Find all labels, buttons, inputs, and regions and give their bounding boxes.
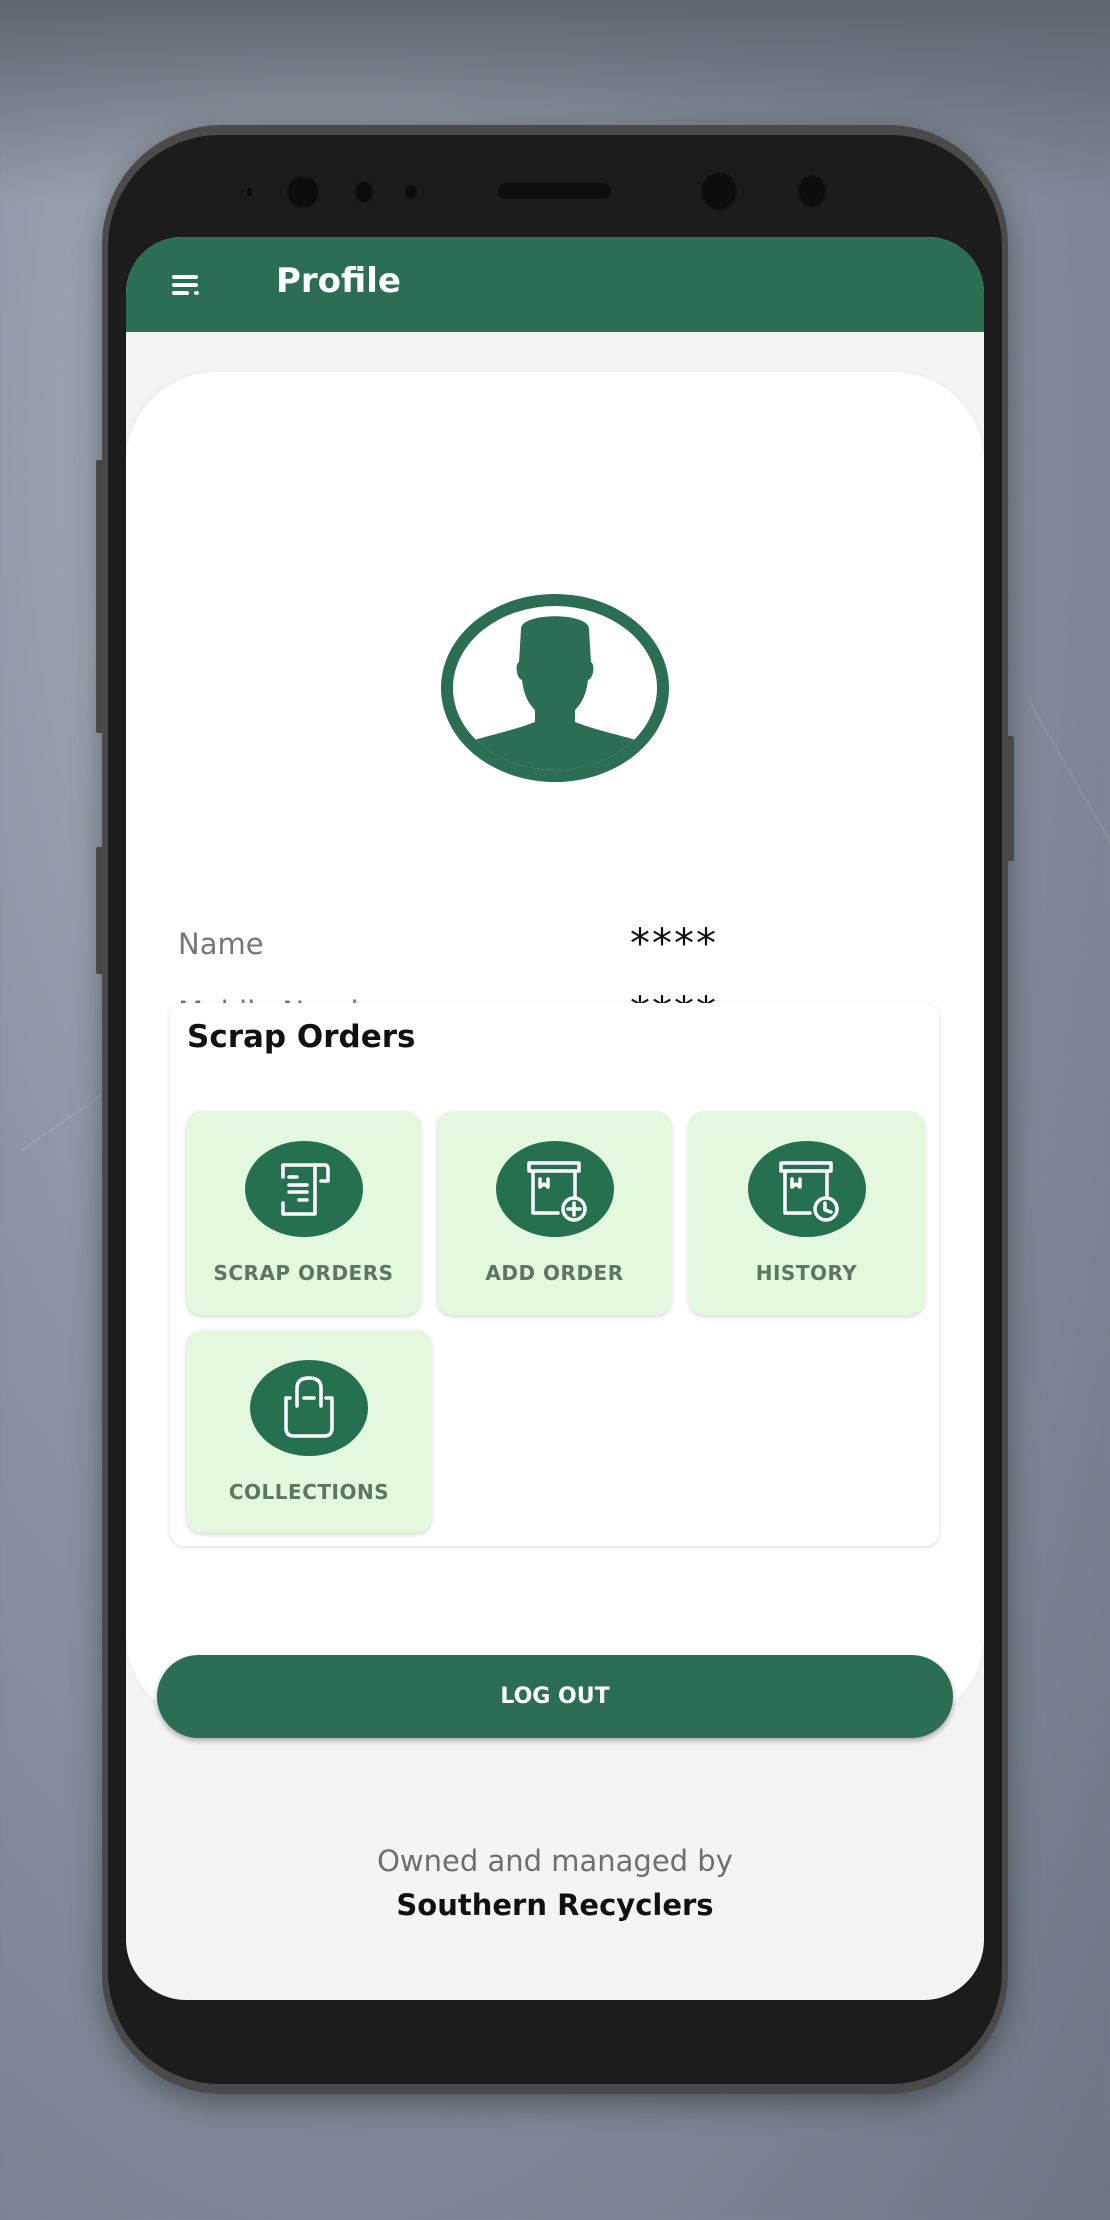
info-row-name: Name **** bbox=[178, 921, 878, 967]
footer-company-name: Southern Recyclers bbox=[396, 1888, 714, 1922]
footer-owned-by: Owned and managed by bbox=[377, 1844, 733, 1878]
tile-label: ADD ORDER bbox=[485, 1261, 624, 1285]
app-header: Profile bbox=[126, 237, 984, 332]
iris-sensor bbox=[797, 174, 827, 208]
tile-label: HISTORY bbox=[755, 1261, 858, 1285]
background-crease bbox=[1027, 700, 1110, 919]
sensor-dot bbox=[245, 186, 253, 198]
name-value: **** bbox=[630, 921, 718, 967]
shopping-bag-icon bbox=[250, 1360, 368, 1456]
tile-add-order[interactable]: ADD ORDER bbox=[437, 1111, 672, 1315]
app-screen: Profile Name **** Mobile Number **** Veh… bbox=[126, 237, 984, 2000]
iris-camera-icon bbox=[700, 171, 738, 211]
menu-sort-icon[interactable] bbox=[172, 275, 200, 295]
tile-history[interactable]: HISTORY bbox=[688, 1111, 925, 1315]
page-title: Profile bbox=[276, 261, 401, 301]
name-label: Name bbox=[178, 927, 264, 961]
tile-label: COLLECTIONS bbox=[228, 1480, 390, 1504]
scrap-orders-title: Scrap Orders bbox=[187, 1019, 416, 1055]
box-add-icon bbox=[495, 1141, 614, 1237]
tile-scrap-orders[interactable]: SCRAP ORDERS bbox=[186, 1111, 421, 1315]
logout-button[interactable]: LOG OUT bbox=[157, 1655, 953, 1738]
scrap-orders-section: Scrap Orders SCRAP ORDERS ADD ORDER HIST… bbox=[170, 1003, 939, 1546]
box-clock-icon bbox=[747, 1141, 866, 1237]
tile-label: SCRAP ORDERS bbox=[213, 1261, 394, 1285]
front-camera-icon bbox=[286, 175, 320, 209]
tile-collections[interactable]: COLLECTIONS bbox=[186, 1330, 432, 1533]
user-avatar-icon bbox=[441, 594, 669, 782]
receipt-document-icon bbox=[244, 1141, 363, 1237]
earpiece-speaker bbox=[498, 183, 611, 199]
proximity-sensor bbox=[354, 180, 374, 204]
light-sensor bbox=[404, 183, 418, 201]
